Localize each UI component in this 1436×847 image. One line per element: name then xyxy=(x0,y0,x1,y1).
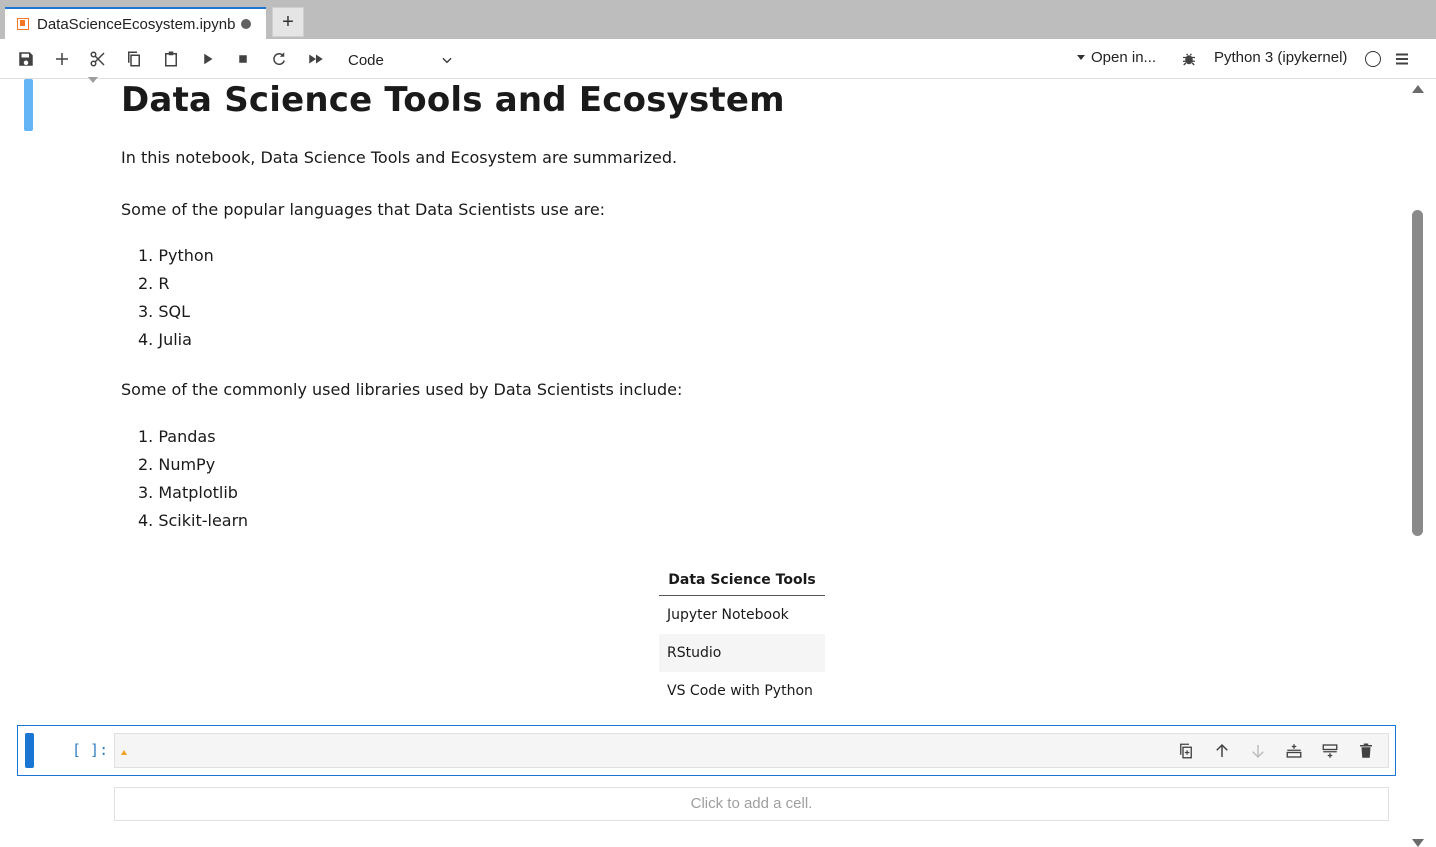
open-in-label: Open in... xyxy=(1091,49,1157,66)
stop-icon[interactable] xyxy=(231,47,255,71)
table-row: RStudio xyxy=(659,634,825,672)
add-icon[interactable] xyxy=(50,47,74,71)
open-in-button[interactable]: Open in... xyxy=(1077,49,1156,66)
table-row: VS Code with Python xyxy=(659,672,825,710)
table-cell: RStudio xyxy=(659,634,825,672)
list-item: 1. Pandas xyxy=(138,427,216,446)
table-row: Jupyter Notebook xyxy=(659,596,825,635)
list-item: 4. Scikit-learn xyxy=(138,511,249,530)
scroll-down-icon[interactable] xyxy=(1412,839,1424,847)
save-icon[interactable] xyxy=(14,47,38,71)
scroll-up-icon[interactable] xyxy=(1412,85,1424,93)
list-item: 3. SQL xyxy=(138,302,191,321)
collapse-caret-icon[interactable] xyxy=(88,77,98,83)
cell-type-value: Code xyxy=(348,51,384,69)
notebook-panel: Data Science Tools and Ecosystem In this… xyxy=(0,77,1436,847)
new-tab-button[interactable]: + xyxy=(272,7,304,37)
list-item: 2. NumPy xyxy=(138,455,216,474)
cell-active-indicator[interactable] xyxy=(24,79,33,131)
table-cell: Jupyter Notebook xyxy=(667,607,789,623)
tab-title: DataScienceEcosystem.ipynb xyxy=(37,15,236,33)
page-title: Data Science Tools and Ecosystem xyxy=(121,80,785,120)
delete-icon[interactable] xyxy=(1355,740,1377,762)
languages-list: 1. Python 2. R 3. SQL 4. Julia xyxy=(121,242,214,354)
code-editor[interactable] xyxy=(114,733,1389,768)
intro-text: In this notebook, Data Science Tools and… xyxy=(121,148,678,167)
code-cell[interactable]: [ ]: xyxy=(17,725,1396,776)
cut-icon[interactable] xyxy=(86,47,110,71)
notebook-tab[interactable]: DataScienceEcosystem.ipynb xyxy=(5,7,266,39)
libraries-list: 1. Pandas 2. NumPy 3. Matplotlib 4. Scik… xyxy=(121,423,248,535)
scrollbar-thumb[interactable] xyxy=(1412,210,1423,536)
fast-forward-icon[interactable] xyxy=(304,47,328,71)
notebook-toolbar: Code Open in... Python 3 (ipykernel) xyxy=(0,39,1436,79)
notebook-icon xyxy=(17,18,29,30)
paste-icon[interactable] xyxy=(159,47,183,71)
move-down-icon[interactable] xyxy=(1247,740,1269,762)
move-up-icon[interactable] xyxy=(1211,740,1233,762)
caret-down-icon xyxy=(1077,55,1085,60)
insert-below-icon[interactable] xyxy=(1319,740,1341,762)
languages-intro: Some of the popular languages that Data … xyxy=(121,200,606,219)
input-prompt: [ ]: xyxy=(72,741,109,759)
list-item: 4. Julia xyxy=(138,330,192,349)
duplicate-icon[interactable] xyxy=(1175,740,1197,762)
tab-bar: DataScienceEcosystem.ipynb + xyxy=(0,0,1436,39)
kernel-status-icon xyxy=(1365,51,1381,67)
cursor-marker-icon xyxy=(121,750,127,755)
insert-above-icon[interactable] xyxy=(1283,740,1305,762)
cell-type-select[interactable]: Code xyxy=(348,49,454,71)
list-item: 2. R xyxy=(138,274,170,293)
run-icon[interactable] xyxy=(196,47,220,71)
table-cell: VS Code with Python xyxy=(667,683,813,699)
copy-icon[interactable] xyxy=(122,47,146,71)
cell-selection-indicator[interactable] xyxy=(25,733,34,768)
table-header: Data Science Tools xyxy=(659,565,825,596)
debugger-icon[interactable] xyxy=(1177,47,1201,71)
libraries-intro: Some of the commonly used libraries used… xyxy=(121,380,683,399)
tools-table: Data Science Tools Jupyter Notebook RStu… xyxy=(659,565,825,710)
unsaved-indicator-icon[interactable] xyxy=(241,19,252,29)
kernel-name[interactable]: Python 3 (ipykernel) xyxy=(1214,49,1347,66)
restart-icon[interactable] xyxy=(267,47,291,71)
vertical-scrollbar[interactable] xyxy=(1409,79,1427,847)
chevron-down-icon xyxy=(442,57,452,64)
list-item: 3. Matplotlib xyxy=(138,483,238,502)
menu-icon[interactable] xyxy=(1390,47,1414,71)
table-header-row: Data Science Tools xyxy=(659,565,825,596)
markdown-cell[interactable]: Data Science Tools and Ecosystem In this… xyxy=(121,79,1401,530)
list-item: 1. Python xyxy=(138,246,214,265)
add-cell-button[interactable]: Click to add a cell. xyxy=(114,787,1389,821)
